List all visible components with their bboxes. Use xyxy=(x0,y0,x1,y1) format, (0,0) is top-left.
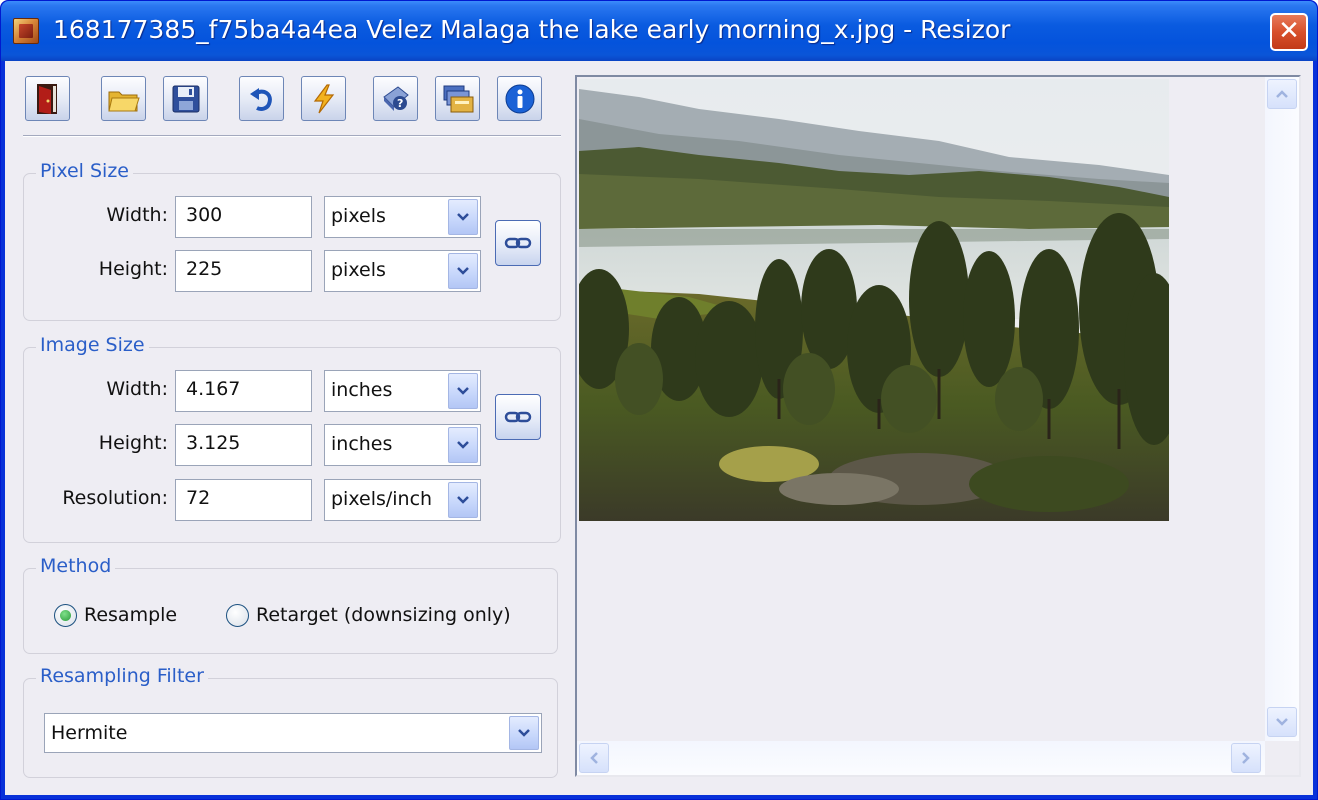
pixel-width-input[interactable]: 300 xyxy=(175,196,312,238)
toolbar: ? xyxy=(5,61,565,137)
open-button[interactable] xyxy=(101,76,146,121)
chain-link-icon xyxy=(504,237,532,249)
chevron-down-icon xyxy=(1276,718,1288,726)
resolution-label: Resolution: xyxy=(62,487,168,509)
resampling-filter-legend: Resampling Filter xyxy=(36,665,208,687)
help-button[interactable]: ? xyxy=(373,76,418,121)
resampling-filter-group: Resampling Filter Hermite xyxy=(23,665,558,778)
process-button[interactable] xyxy=(301,76,346,121)
method-group: Method Resample Retarget (downsizing onl… xyxy=(23,555,558,654)
pixel-width-unit-value: pixels xyxy=(331,205,386,227)
door-exit-icon xyxy=(36,83,57,114)
scroll-down-button[interactable] xyxy=(1267,707,1297,737)
undo-arrow-icon xyxy=(249,87,272,111)
chevron-down-icon[interactable] xyxy=(448,482,478,518)
resampling-filter-value: Hermite xyxy=(51,722,128,744)
scroll-right-button[interactable] xyxy=(1231,743,1261,773)
resolution-unit-select[interactable]: pixels/inch xyxy=(324,479,481,521)
toolbar-separator xyxy=(23,135,561,137)
image-size-legend: Image Size xyxy=(36,334,149,356)
batch-resize-icon xyxy=(443,85,473,112)
info-icon xyxy=(505,84,534,113)
pixel-width-unit-select[interactable]: pixels xyxy=(324,196,481,238)
image-size-group: Image Size Width: 4.167 inches Height: 3… xyxy=(23,334,561,543)
scroll-left-button[interactable] xyxy=(579,743,609,773)
floppy-save-icon xyxy=(172,85,199,112)
retarget-label[interactable]: Retarget (downsizing only) xyxy=(256,604,511,626)
method-legend: Method xyxy=(36,555,116,577)
image-width-unit-value: inches xyxy=(331,379,393,401)
image-height-input[interactable]: 3.125 xyxy=(175,424,312,466)
pixel-height-unit-value: pixels xyxy=(331,259,386,281)
image-height-unit-value: inches xyxy=(331,433,393,455)
close-icon: ✕ xyxy=(1278,16,1300,46)
retarget-radio[interactable] xyxy=(226,604,249,627)
scroll-up-button[interactable] xyxy=(1267,79,1297,109)
folder-open-icon xyxy=(107,91,140,111)
chevron-down-icon[interactable] xyxy=(448,373,478,409)
save-button[interactable] xyxy=(163,76,208,121)
pixel-height-label: Height: xyxy=(98,258,168,280)
image-width-unit-select[interactable]: inches xyxy=(324,370,481,412)
lake-landscape-image xyxy=(579,79,1169,521)
app-window: 168177385_f75ba4a4ea Velez Malaga the la… xyxy=(0,0,1318,800)
pixel-height-unit-select[interactable]: pixels xyxy=(324,250,481,292)
chevron-down-icon[interactable] xyxy=(448,427,478,463)
resolution-unit-value: pixels/inch xyxy=(331,488,433,510)
resample-label[interactable]: Resample xyxy=(84,604,177,626)
image-width-label: Width: xyxy=(106,378,168,400)
resampling-filter-select[interactable]: Hermite xyxy=(44,713,542,753)
resolution-input[interactable]: 72 xyxy=(175,479,312,521)
svg-text:?: ? xyxy=(397,97,403,110)
chevron-down-icon[interactable] xyxy=(448,199,478,235)
exit-button[interactable] xyxy=(25,76,70,121)
pixel-height-input[interactable]: 225 xyxy=(175,250,312,292)
image-aspect-link-button[interactable] xyxy=(495,394,541,440)
resample-radio[interactable] xyxy=(54,604,77,627)
image-width-input[interactable]: 4.167 xyxy=(175,370,312,412)
pixel-size-group: Pixel Size Width: 300 pixels Height: 225… xyxy=(23,160,561,321)
chevron-down-icon[interactable] xyxy=(448,253,478,289)
image-height-unit-select[interactable]: inches xyxy=(324,424,481,466)
title-bar[interactable]: 168177385_f75ba4a4ea Velez Malaga the la… xyxy=(1,1,1317,61)
undo-button[interactable] xyxy=(239,76,284,121)
horizontal-scrollbar[interactable] xyxy=(577,741,1265,775)
batch-button[interactable] xyxy=(435,76,480,121)
close-button[interactable]: ✕ xyxy=(1270,13,1308,51)
about-button[interactable] xyxy=(497,76,542,121)
pixel-aspect-link-button[interactable] xyxy=(495,220,541,266)
image-height-label: Height: xyxy=(98,432,168,454)
app-icon[interactable] xyxy=(13,18,39,44)
preview-photo xyxy=(579,79,1169,521)
chevron-right-icon xyxy=(1242,752,1250,764)
chain-link-icon xyxy=(504,411,532,423)
help-book-icon: ? xyxy=(382,85,409,111)
client-area: ? Pixel Size Width: 300 pixels Height: 2… xyxy=(5,61,1313,795)
pixel-size-legend: Pixel Size xyxy=(36,160,133,182)
chevron-down-icon[interactable] xyxy=(509,716,539,750)
pixel-width-label: Width: xyxy=(106,204,168,226)
lightning-icon xyxy=(313,83,334,113)
chevron-left-icon xyxy=(590,752,598,764)
window-title: 168177385_f75ba4a4ea Velez Malaga the la… xyxy=(53,15,1011,44)
chevron-up-icon xyxy=(1276,90,1288,98)
vertical-scrollbar[interactable] xyxy=(1265,77,1299,741)
image-preview-pane[interactable] xyxy=(575,75,1301,777)
